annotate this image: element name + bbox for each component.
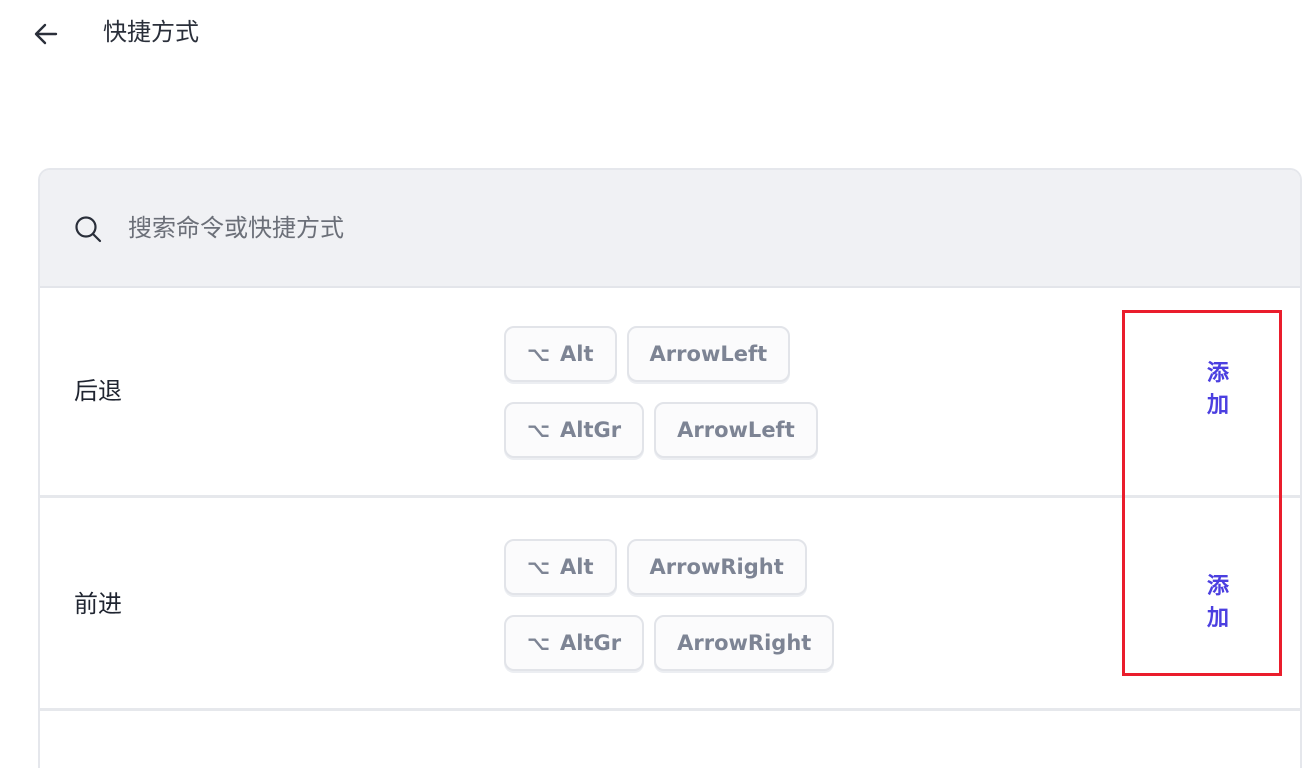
key-cap: ArrowLeft <box>654 402 818 458</box>
option-key-icon: ⌥ <box>527 555 551 579</box>
option-key-icon: ⌥ <box>527 342 551 366</box>
modifier-key: ⌥ AltGr <box>504 615 645 671</box>
modifier-key: ⌥ AltGr <box>504 402 645 458</box>
key-label: ArrowLeft <box>677 418 795 442</box>
key-cap: ArrowRight <box>626 539 807 595</box>
key-label: ArrowRight <box>649 555 784 579</box>
key-cap: ArrowLeft <box>626 326 791 382</box>
command-label: 后退 <box>74 377 122 405</box>
key-cap: ArrowRight <box>654 615 835 671</box>
modifier-key-label: AltGr <box>560 418 622 442</box>
shortcuts-panel: 后退 ⌥ Alt ArrowLeft ⌥ AltGr ArrowLeft 添加 … <box>38 168 1302 768</box>
option-key-icon: ⌥ <box>527 631 551 655</box>
modifier-key-label: AltGr <box>560 631 622 655</box>
command-label: 前进 <box>74 590 122 618</box>
shortcut-row-partial <box>40 714 1300 768</box>
shortcut-combo[interactable]: ⌥ Alt ArrowRight <box>504 539 807 595</box>
header: 快捷方式 <box>0 0 1309 66</box>
key-label: ArrowLeft <box>649 342 768 366</box>
modifier-key-label: Alt <box>560 555 594 579</box>
key-label: ArrowRight <box>677 631 812 655</box>
option-key-icon: ⌥ <box>527 418 551 442</box>
back-button[interactable] <box>28 16 64 52</box>
add-shortcut-button[interactable]: 添加 <box>1198 358 1238 422</box>
shortcut-combo[interactable]: ⌥ AltGr ArrowLeft <box>504 402 818 458</box>
shortcut-combo[interactable]: ⌥ AltGr ArrowRight <box>504 615 835 671</box>
add-shortcut-button[interactable]: 添加 <box>1198 571 1238 635</box>
shortcut-combo[interactable]: ⌥ Alt ArrowLeft <box>504 326 791 382</box>
page-title: 快捷方式 <box>103 18 199 46</box>
modifier-key: ⌥ Alt <box>504 326 617 382</box>
modifier-key: ⌥ Alt <box>504 539 617 595</box>
search-bar <box>40 170 1300 288</box>
shortcut-row-back: 后退 ⌥ Alt ArrowLeft ⌥ AltGr ArrowLeft 添加 <box>40 288 1300 498</box>
search-input[interactable] <box>128 206 828 250</box>
arrow-left-icon <box>34 23 58 45</box>
search-icon <box>75 216 102 243</box>
modifier-key-label: Alt <box>560 342 594 366</box>
shortcut-row-forward: 前进 ⌥ Alt ArrowRight ⌥ AltGr ArrowRight 添… <box>40 501 1300 711</box>
